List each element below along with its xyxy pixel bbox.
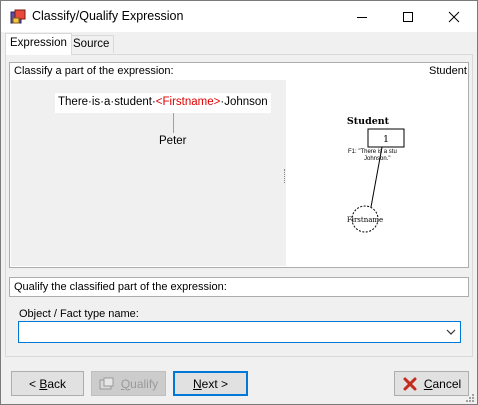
resize-grip-icon[interactable] [463,393,475,403]
qualify-label-rest: ualify [130,376,159,391]
classified-value: Peter [159,135,187,147]
qualify-button[interactable]: Qualify [91,371,166,396]
diagram-role-name: Firstname [347,216,383,224]
diagram-fact-note-1: F1: "There is a stu [348,149,397,155]
tab-source[interactable]: Source [68,35,115,53]
close-icon [448,11,460,22]
back-prefix: < [28,376,40,391]
tab-expression[interactable]: Expression [5,33,72,55]
diagram-entity-ref: 1 [383,134,389,145]
app-icon [10,9,26,24]
diagram-fact-note-2: Johnson." [364,156,390,162]
object-fact-type-input[interactable] [22,324,432,340]
title-bar: Classify/Qualify Expression [1,1,477,32]
back-button[interactable]: < Back [11,371,84,396]
cancel-button[interactable]: Cancel [394,371,469,396]
next-button[interactable]: Next > [173,371,248,396]
object-fact-type-label: Object / Fact type name: [19,308,139,320]
maximize-icon [403,11,413,22]
minimize-button[interactable] [339,1,385,32]
classify-header: Classify a part of the expression: [14,65,174,77]
expression-after: ·Johnson [220,96,268,108]
maximize-button[interactable] [385,1,431,32]
minimize-icon [357,16,367,18]
object-fact-type-combo[interactable] [18,321,461,343]
expression-before: There·is·a·student· [58,96,156,108]
close-button[interactable] [431,1,477,32]
cancel-label-mnemonic: C [423,376,433,391]
back-label-mnemonic: B [39,376,48,391]
next-label-mnemonic: N [192,376,202,391]
chevron-down-icon[interactable] [446,328,456,336]
diagram-preview: Student 1 F1: "There is a stu Johnson." … [286,80,467,266]
expression-role[interactable]: <Firstname> [156,96,221,108]
diagram-entity-name: Student [347,116,390,127]
window-title: Classify/Qualify Expression [32,9,184,23]
cancel-icon [403,377,417,390]
qualify-header: Qualify the classified part of the expre… [14,281,227,293]
next-label-rest: ext > [201,376,229,391]
value-connector [173,113,174,133]
qualify-label-mnemonic: Q [120,376,131,391]
cancel-label-rest: ancel [432,376,462,391]
diagram-canvas: Student 1 F1: "There is a stu Johnson." … [347,116,405,233]
expression-text[interactable]: There·is·a·student·<Firstname>·Johnson [55,93,271,113]
classified-type-label: Student [429,65,467,77]
qualify-icon [99,377,114,389]
dialog-window: Classify/Qualify Expression Expression S… [0,0,478,405]
back-label-rest: ack [47,376,67,391]
